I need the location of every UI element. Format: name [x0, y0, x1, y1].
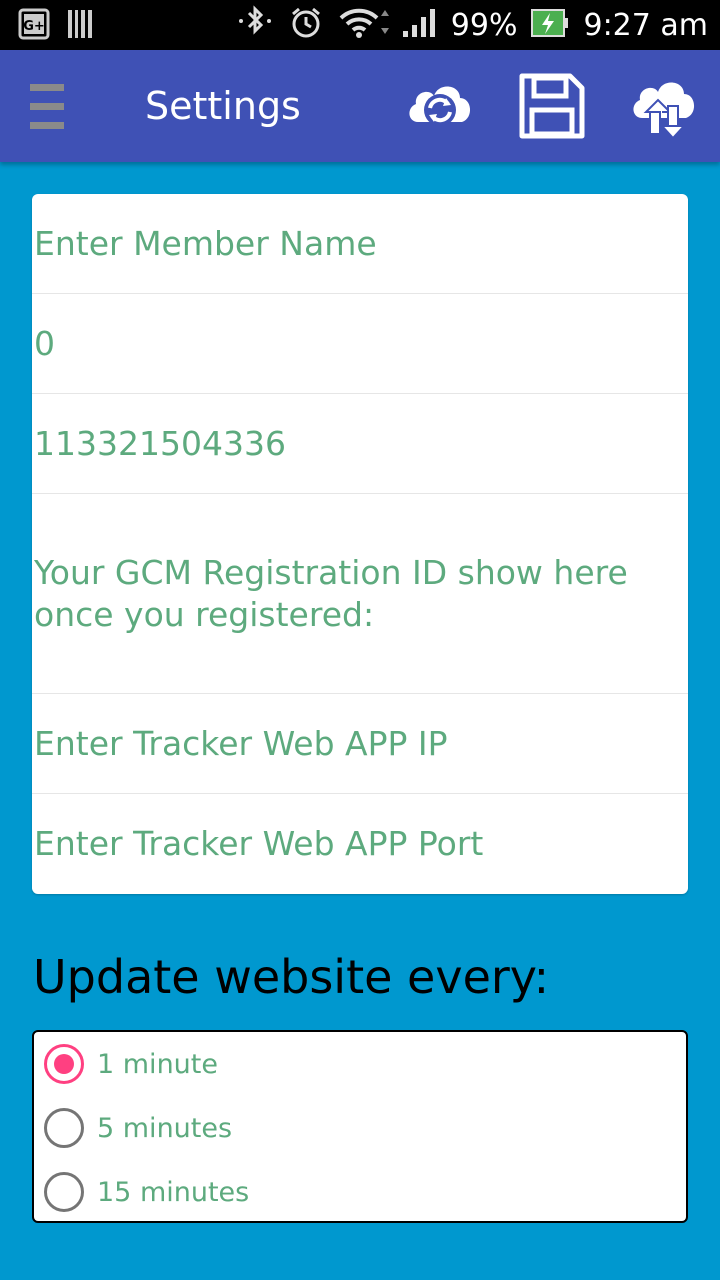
status-bar: G+ 99% 9:27 am — [0, 0, 720, 50]
radio-unchecked-icon[interactable] — [44, 1172, 84, 1212]
radio-label: 5 minutes — [97, 1112, 233, 1144]
project-number-input[interactable]: 113321504336 — [32, 394, 688, 494]
gplus-icon: G+ — [18, 8, 50, 44]
member-id-input[interactable]: 0 — [32, 294, 688, 394]
update-interval-radio-group: 1 minute 5 minutes 15 minutes — [32, 1030, 688, 1223]
settings-form-card: Enter Member Name 0 113321504336 Your GC… — [32, 194, 688, 894]
signal-icon — [402, 7, 437, 43]
radio-label: 1 minute — [97, 1048, 218, 1080]
save-button[interactable] — [516, 70, 588, 142]
clock: 9:27 am — [583, 7, 708, 43]
cloud-upload-download-icon — [633, 82, 695, 140]
battery-charging-icon — [531, 9, 569, 41]
radio-unchecked-icon[interactable] — [44, 1108, 84, 1148]
wifi-icon — [337, 6, 389, 44]
radio-option-15-minutes[interactable]: 15 minutes — [44, 1170, 249, 1214]
upload-download-button[interactable] — [628, 70, 700, 142]
page-title: Settings — [145, 84, 301, 128]
radio-option-5-minutes[interactable]: 5 minutes — [44, 1106, 232, 1150]
barcode-icon — [68, 8, 94, 44]
bluetooth-icon — [235, 5, 275, 45]
tracker-port-input[interactable]: Enter Tracker Web APP Port — [32, 794, 688, 894]
cloud-sync-button[interactable] — [404, 70, 476, 142]
radio-checked-icon[interactable] — [44, 1044, 84, 1084]
member-name-input[interactable]: Enter Member Name — [32, 194, 688, 294]
cloud-sync-icon — [409, 86, 471, 126]
alarm-icon — [289, 6, 323, 44]
gcm-registration-id-text: Your GCM Registration ID show here once … — [32, 494, 688, 694]
radio-option-1-minute[interactable]: 1 minute — [44, 1042, 218, 1086]
app-bar: Settings — [0, 50, 720, 162]
tracker-ip-input[interactable]: Enter Tracker Web APP IP — [32, 694, 688, 794]
save-icon — [519, 73, 585, 139]
radio-label: 15 minutes — [97, 1176, 250, 1208]
battery-percent: 99% — [450, 7, 518, 43]
svg-text:G+: G+ — [23, 19, 45, 34]
menu-icon[interactable] — [30, 84, 64, 130]
update-interval-heading: Update website every: — [33, 950, 550, 1004]
